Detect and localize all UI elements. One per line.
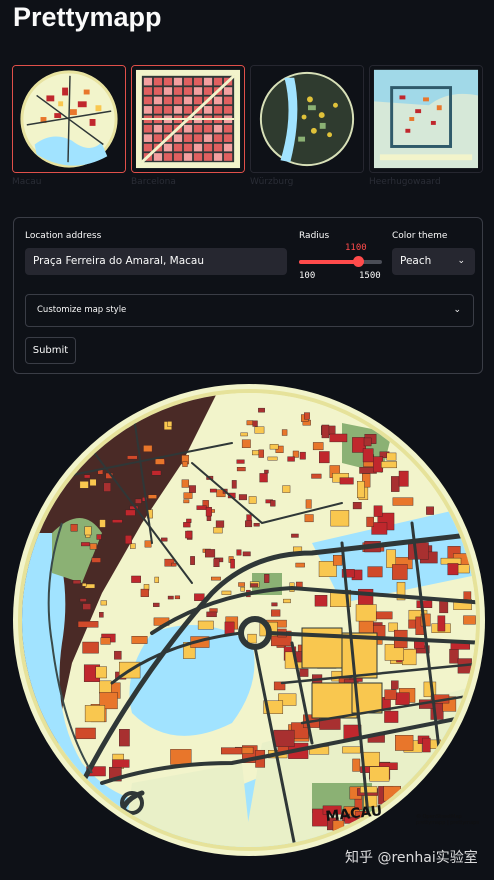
- customize-map-style-expander[interactable]: Customize map style ⌄: [25, 294, 474, 327]
- color-theme-value: Peach: [400, 255, 432, 267]
- radius-min: 100: [299, 271, 316, 281]
- page-title: Prettymapp: [13, 2, 162, 32]
- example-barcelona-label: Barcelona: [131, 177, 176, 187]
- example-wurzburg-label: Würzburg: [250, 177, 294, 187]
- example-barcelona-thumbnail[interactable]: [131, 65, 245, 173]
- map-image: MACAU: [12, 383, 486, 857]
- example-heerhugowaard-label: Heerhugowaard: [369, 177, 441, 187]
- radius-max: 1500: [359, 271, 381, 281]
- map-attribution: © OpenStreetMap prettymapp | prettymaps: [416, 814, 480, 826]
- radius-slider[interactable]: [299, 256, 382, 267]
- example-gallery: Macau Barcelona Würzburg Heerhugowaard: [12, 65, 483, 190]
- watermark-text: 知乎 @renhai实验室: [345, 850, 478, 866]
- radius-slider-handle[interactable]: [353, 256, 365, 267]
- example-heerhugowaard-thumbnail[interactable]: [369, 65, 483, 173]
- radius-label: Radius: [299, 231, 330, 241]
- radius-slider-fill: [299, 260, 359, 264]
- example-macau-label: Macau: [12, 177, 42, 187]
- chevron-down-icon: ⌄: [457, 256, 465, 266]
- radius-value: 1100: [345, 243, 367, 253]
- expander-label: Customize map style: [37, 305, 127, 315]
- submit-button[interactable]: Submit: [25, 337, 76, 364]
- address-label: Location address: [25, 231, 102, 241]
- chevron-down-icon: ⌄: [453, 305, 461, 315]
- address-input[interactable]: Praça Ferreira do Amaral, Macau: [25, 248, 287, 275]
- example-wurzburg-thumbnail[interactable]: [250, 65, 364, 173]
- example-macau-thumbnail[interactable]: [12, 65, 126, 173]
- color-theme-select[interactable]: Peach ⌄: [392, 248, 475, 275]
- color-theme-label: Color theme: [392, 231, 448, 241]
- map-settings-form: Location address Praça Ferreira do Amara…: [13, 217, 483, 374]
